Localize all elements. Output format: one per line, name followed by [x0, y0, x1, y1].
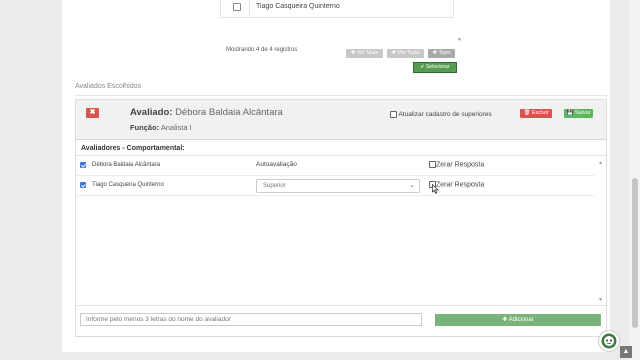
- topo-button[interactable]: ✚ Topo: [428, 49, 455, 58]
- chevron-down-icon: ⌄: [409, 182, 415, 189]
- assistant-avatar[interactable]: [598, 330, 620, 352]
- evaluated-role: Função: Analista I: [130, 123, 192, 132]
- selecionar-button[interactable]: ✔ Selecionar: [413, 62, 457, 73]
- delete-button[interactable]: 🗑 Excluir: [520, 109, 552, 118]
- role-value: Analista I: [160, 123, 192, 132]
- add-evaluator-button[interactable]: ✚ Adicionar: [435, 314, 601, 326]
- role-label: Função:: [130, 123, 160, 132]
- evaluator-row: Tiago Casqueira Quinterno Superior ⌄ Zer…: [76, 176, 594, 196]
- mouse-cursor-icon: [432, 184, 439, 194]
- evaluator-name: Tiago Casqueira Quinterno: [92, 182, 164, 188]
- section-title: Avaliados Escolhidos: [75, 83, 142, 90]
- evaluated-title: Avaliado: Débora Baldaia Alcântara: [130, 107, 283, 118]
- evaluator-checkbox[interactable]: [80, 162, 86, 168]
- evaluated-name: Débora Baldaia Alcântara: [175, 107, 283, 118]
- footer-divider: [76, 305, 606, 306]
- records-count: Mostrando 4 de 4 registros: [226, 47, 298, 53]
- robot-icon: [601, 333, 617, 349]
- evaluators-title: Avaliadores - Comportamental:: [81, 145, 185, 152]
- result-name: Tiago Casqueira Quinterno: [256, 3, 340, 10]
- reset-answer-label: Zerar Resposta: [436, 161, 485, 169]
- update-superiors-label: Atualizar cadastro de superiores: [398, 111, 492, 119]
- ver-tudo-button[interactable]: ✚ Ver Tudo: [387, 49, 424, 58]
- evaluated-header: ✖ Avaliado: Débora Baldaia Alcântara Fun…: [76, 100, 606, 140]
- ver-mais-button[interactable]: ✚ Ver Mais: [346, 49, 383, 58]
- selected-type: Superior: [263, 183, 286, 189]
- section-divider: [75, 95, 607, 96]
- back-to-top-icon[interactable]: ▲: [620, 346, 632, 358]
- row-checkbox[interactable]: [233, 3, 241, 11]
- reset-answer-checkbox[interactable]: [429, 161, 436, 168]
- evaluator-name: Débora Baldaia Alcântara: [92, 162, 161, 168]
- evaluator-type-select[interactable]: Superior ⌄: [256, 179, 420, 193]
- evaluated-card: ✖ Avaliado: Débora Baldaia Alcântara Fun…: [75, 99, 607, 337]
- evaluator-checkbox[interactable]: [80, 182, 86, 188]
- update-superiors-checkbox[interactable]: [390, 111, 397, 118]
- evaluator-row: Débora Baldaia Alcântara Autoavaliação Z…: [76, 156, 594, 176]
- scroll-up-icon[interactable]: ▲: [598, 160, 603, 166]
- update-superiors-option[interactable]: Atualizar cadastro de superiores: [390, 111, 492, 118]
- column-divider: [249, 0, 250, 17]
- reset-answer-label: Zerar Resposta: [436, 181, 485, 189]
- remove-evaluated-button[interactable]: ✖: [86, 108, 99, 118]
- save-button[interactable]: 💾 Salvar: [564, 109, 593, 118]
- scroll-down-icon[interactable]: ▼: [598, 297, 603, 303]
- results-scrollbar[interactable]: ▼: [455, 0, 464, 44]
- evaluator-type: Autoavaliação: [256, 161, 297, 168]
- evaluators-scrollbar[interactable]: ▲ ▼: [596, 158, 604, 304]
- scroll-down-icon[interactable]: ▼: [457, 37, 462, 43]
- results-table: Tiago Casqueira Quinterno: [220, 0, 454, 18]
- evaluator-search-input[interactable]: [80, 313, 422, 326]
- evaluated-label: Avaliado:: [130, 107, 173, 118]
- page-scroll-thumb[interactable]: [632, 178, 638, 328]
- reset-answer-option[interactable]: Zerar Resposta: [429, 161, 484, 168]
